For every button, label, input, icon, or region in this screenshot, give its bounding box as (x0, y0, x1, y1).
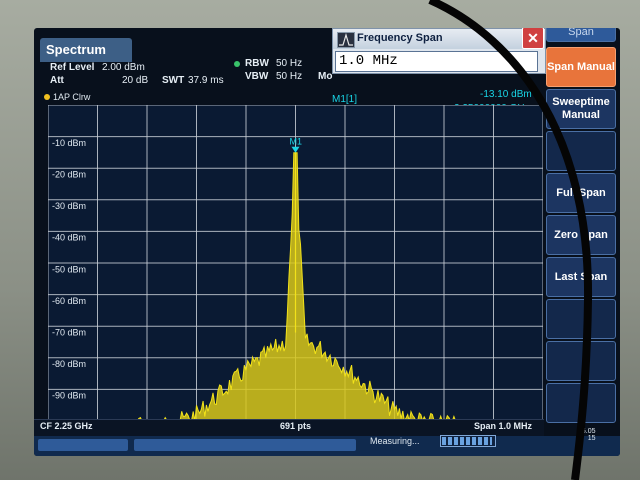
softkey-blank-4[interactable] (546, 383, 616, 423)
trace-indicator-icon (44, 94, 50, 100)
dialog-close-button[interactable]: ✕ (522, 28, 544, 49)
swt-value: 37.9 ms (188, 75, 224, 86)
rbw-indicator (234, 61, 240, 67)
softkey-blank-1[interactable] (546, 131, 616, 171)
y-tick-label: -30 dBm (52, 201, 86, 211)
trace-label: 1AP Clrw (44, 92, 90, 102)
clock-time: 15 (587, 435, 596, 442)
zero-span-button[interactable]: Zero Span (546, 215, 616, 255)
full-span-button[interactable]: Full Span (546, 173, 616, 213)
y-tick-label: -20 dBm (52, 170, 86, 180)
measuring-status: Measuring... (370, 436, 420, 446)
last-span-button[interactable]: Last Span (546, 257, 616, 297)
sweep-points: 691 pts (280, 421, 312, 431)
sweep-progress-fill (442, 437, 492, 445)
y-tick-label: -40 dBm (52, 233, 86, 243)
ref-level-label: Ref Level (50, 62, 95, 73)
y-tick-label: -80 dBm (52, 359, 86, 369)
tab-spectrum[interactable]: Spectrum (40, 38, 132, 62)
softkey-span-header[interactable]: Span (546, 28, 616, 42)
dialog-title: Frequency Span (357, 32, 443, 44)
att-label: Att (50, 75, 64, 86)
ref-level-value: 2.00 dBm (102, 62, 145, 73)
bottom-segment-2 (134, 439, 356, 451)
swt-label: SWT (162, 75, 185, 86)
span-input[interactable]: 1.0 MHz (335, 51, 538, 72)
mode-label: Mo (318, 71, 333, 82)
y-tick-label: -10 dBm (52, 138, 86, 148)
y-tick-label: -50 dBm (52, 264, 86, 274)
frequency-span-dialog: Frequency Span 1.0 MHz (332, 28, 546, 74)
close-icon: ✕ (527, 30, 539, 46)
softkey-blank-2[interactable] (546, 299, 616, 339)
analyzer-screen: Spectrum Ref Level 2.00 dBm Att 20 dB SW… (34, 28, 620, 456)
span-dialog-icon (337, 32, 355, 48)
softkey-blank-3[interactable] (546, 341, 616, 381)
vbw-label: VBW (245, 71, 269, 82)
bottom-segment-1 (38, 439, 128, 451)
clock-date: 16.05 (578, 428, 596, 435)
marker-name: M1[1] (332, 94, 358, 105)
y-tick-label: -70 dBm (52, 328, 86, 338)
sweeptime-manual-button[interactable]: Sweeptime Manual (546, 89, 616, 129)
y-tick-label: -90 dBm (52, 391, 86, 401)
y-axis-ticks: -10 dBm -20 dBm -30 dBm -40 dBm -50 dBm -60 d… (52, 138, 86, 401)
att-value: 20 dB (122, 75, 149, 86)
rbw-value: 50 Hz (276, 58, 303, 69)
center-frequency: CF 2.25 GHz (40, 421, 93, 431)
span-readout: Span 1.0 MHz (474, 421, 533, 431)
sweep-progress-bar (440, 435, 496, 447)
marker-tag: M1 (290, 137, 303, 147)
vbw-value: 50 Hz (276, 71, 303, 82)
spectrum-graph[interactable]: -10 dBm -20 dBm -30 dBm -40 dBm -50 dBm -60 d… (48, 105, 543, 421)
y-tick-label: -60 dBm (52, 296, 86, 306)
marker-level: -13.10 dBm (480, 89, 532, 100)
span-manual-button[interactable]: Span Manual (546, 47, 616, 87)
rbw-label: RBW (245, 58, 269, 69)
clock: 16.05 15 (578, 428, 596, 442)
trace-label-text: 1AP Clrw (53, 92, 91, 102)
